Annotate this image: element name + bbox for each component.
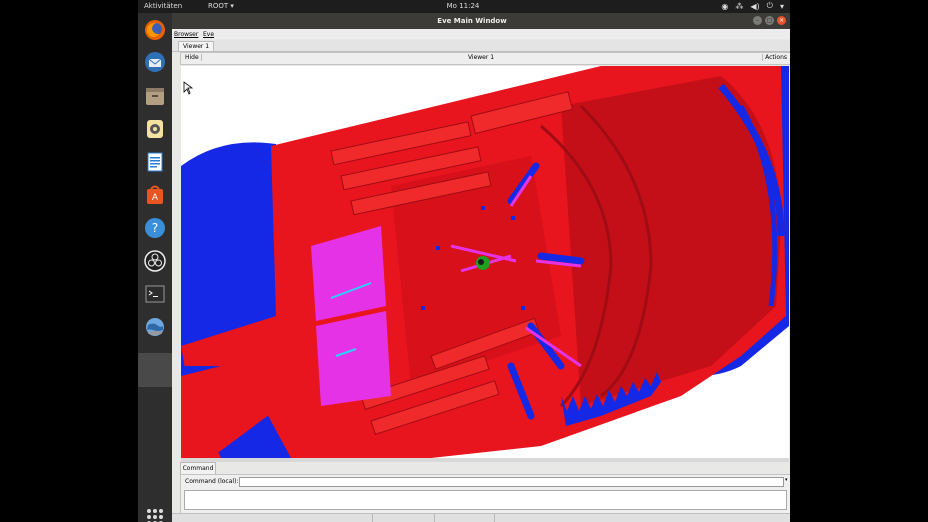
status-divider (372, 514, 373, 522)
show-applications-icon[interactable] (147, 509, 163, 522)
dock: A ? (138, 13, 172, 522)
window-title: Eve Main Window (437, 17, 507, 25)
detector-rendering (181, 66, 789, 458)
system-tray[interactable]: ◉ ⁂ ◀) ⏻ ▾ (721, 1, 784, 11)
terminal-icon[interactable] (142, 281, 168, 307)
obs-tray-icon[interactable]: ◉ (721, 2, 728, 11)
mouse-cursor-icon (183, 81, 194, 95)
eve-main-window: Eve Main Window – □ × Browser Eve Viewer… (172, 13, 790, 522)
command-input[interactable] (239, 477, 784, 487)
network-icon[interactable]: ⁂ (735, 2, 743, 11)
maximize-button[interactable]: □ (765, 16, 774, 25)
power-icon[interactable]: ⏻ (767, 1, 773, 11)
writer-icon[interactable] (142, 149, 168, 175)
dock-active-highlight (138, 353, 172, 387)
minimize-button[interactable]: – (753, 16, 762, 25)
chevron-down-icon[interactable]: ▾ (780, 2, 784, 11)
clock[interactable]: Mo 11:24 (447, 2, 480, 10)
top-bar: Aktivitäten ROOT ▾ Mo 11:24 ◉ ⁂ ◀) ⏻ ▾ (138, 0, 790, 13)
volume-icon[interactable]: ◀) (750, 2, 759, 11)
chevron-down-icon[interactable]: ▾ (785, 477, 790, 485)
command-output (184, 490, 787, 510)
panel-splitter[interactable] (181, 458, 789, 462)
viewer-header: Hide Viewer 1 Actions (180, 52, 790, 65)
status-divider (494, 514, 495, 522)
status-bar (172, 513, 790, 522)
menu-browser[interactable]: Browser (174, 31, 198, 38)
network-globe-icon[interactable] (142, 314, 168, 340)
software-icon[interactable]: A (142, 182, 168, 208)
svg-text:?: ? (152, 221, 158, 235)
tab-viewer-1[interactable]: Viewer 1 (178, 41, 215, 51)
command-label: Command (local): (185, 478, 239, 485)
desktop: Aktivitäten ROOT ▾ Mo 11:24 ◉ ⁂ ◀) ⏻ ▾ A (138, 0, 790, 522)
thunderbird-icon[interactable] (142, 49, 168, 75)
command-panel: Command (local): ▾ (180, 474, 790, 514)
menu-eve[interactable]: Eve (203, 31, 214, 38)
rhythmbox-icon[interactable] (142, 116, 168, 142)
magenta-panel-lower (316, 311, 391, 406)
svg-text:A: A (152, 193, 159, 203)
files-icon[interactable] (142, 83, 168, 109)
viewer-title: Viewer 1 (467, 54, 495, 61)
help-icon[interactable]: ? (142, 215, 168, 241)
activities-button[interactable]: Aktivitäten (144, 2, 182, 10)
app-menu[interactable]: ROOT ▾ (208, 2, 234, 10)
actions-button[interactable]: Actions (762, 54, 789, 61)
tab-row: Viewer 1 (172, 40, 790, 52)
window-titlebar[interactable]: Eve Main Window – □ × (172, 13, 790, 29)
menu-bar: Browser Eve (172, 29, 790, 39)
firefox-icon[interactable] (142, 17, 168, 43)
gl-viewer-canvas[interactable] (181, 66, 789, 458)
obs-icon[interactable] (142, 248, 168, 274)
hide-button[interactable]: Hide (183, 54, 202, 61)
close-button[interactable]: × (777, 16, 786, 25)
status-divider (434, 514, 435, 522)
tab-command[interactable]: Command (180, 462, 216, 474)
